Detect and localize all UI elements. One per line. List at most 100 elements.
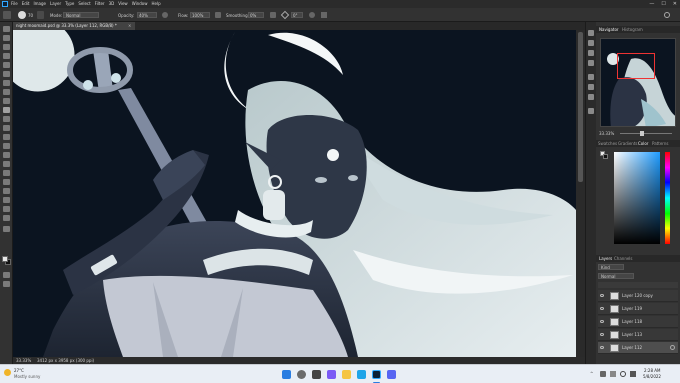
crop-tool-icon[interactable] — [3, 71, 10, 77]
document-canvas[interactable] — [13, 30, 576, 357]
character-icon[interactable] — [588, 84, 594, 90]
history-icon[interactable] — [588, 30, 594, 36]
path-select-tool-icon[interactable] — [3, 188, 10, 194]
eyedropper-tool-icon[interactable] — [3, 89, 10, 95]
menu-image[interactable]: Image — [33, 1, 46, 6]
tab-swatches[interactable]: Swatches — [598, 141, 617, 146]
color-panel-background-swatch[interactable] — [603, 154, 608, 159]
screen-mode-icon[interactable] — [3, 281, 10, 287]
menu-select[interactable]: Select — [78, 1, 90, 6]
brush-tool-preset-icon[interactable] — [3, 11, 11, 19]
eraser-tool-icon[interactable] — [3, 134, 10, 140]
brush-settings-panel-icon[interactable] — [588, 60, 594, 66]
foreground-color-swatch[interactable] — [2, 256, 8, 262]
paragraph-icon[interactable] — [588, 94, 594, 100]
tray-app-icon[interactable] — [600, 371, 606, 377]
menu-type[interactable]: Type — [65, 1, 74, 6]
volume-icon[interactable] — [630, 371, 636, 377]
vertical-scrollbar[interactable] — [576, 30, 585, 357]
clock-time[interactable]: 2:28 AM — [644, 368, 660, 373]
zoom-tool-icon[interactable] — [3, 215, 10, 221]
lasso-tool-icon[interactable] — [3, 53, 10, 59]
clone-stamp-tool-icon[interactable] — [3, 116, 10, 122]
brush-tool-icon[interactable] — [3, 107, 10, 113]
tab-layers[interactable]: Layers — [599, 256, 612, 261]
quick-select-tool-icon[interactable] — [3, 62, 10, 68]
close-button[interactable]: ✕ — [673, 1, 677, 7]
navigator-zoom-value[interactable]: 33.33% — [599, 131, 614, 136]
mode-select[interactable]: Normal — [63, 12, 99, 18]
healing-brush-tool-icon[interactable] — [3, 98, 10, 104]
libraries-icon[interactable] — [588, 108, 594, 114]
pen-tool-icon[interactable] — [3, 170, 10, 176]
menu-layer[interactable]: Layer — [50, 1, 61, 6]
menu-edit[interactable]: Edit — [22, 1, 30, 6]
search-icon[interactable] — [664, 12, 670, 18]
start-button-icon[interactable] — [282, 370, 291, 379]
angle-field[interactable]: 0° — [291, 12, 303, 18]
history-brush-tool-icon[interactable] — [3, 125, 10, 131]
blend-mode-select[interactable]: Normal — [598, 273, 634, 279]
eye-icon[interactable] — [600, 346, 604, 349]
chat-icon[interactable] — [327, 370, 336, 379]
tab-histogram[interactable]: Histogram — [622, 27, 643, 32]
tray-chevron-icon[interactable]: ^ — [590, 371, 593, 376]
menu-window[interactable]: Window — [132, 1, 148, 6]
eye-icon[interactable] — [600, 307, 604, 310]
move-tool-icon[interactable] — [3, 26, 10, 32]
maximize-button[interactable]: ☐ — [661, 1, 665, 7]
weather-icon[interactable] — [4, 369, 11, 376]
task-view-icon[interactable] — [312, 370, 321, 379]
layer-row[interactable]: Layer 113 — [598, 329, 678, 341]
eye-icon[interactable] — [600, 294, 604, 297]
menu-help[interactable]: Help — [151, 1, 160, 6]
document-tab[interactable]: night moomaid.psd @ 33.3% (Layer 112, RG… — [13, 22, 135, 30]
layer-filter-select[interactable]: Kind — [598, 264, 624, 270]
discord-icon[interactable] — [387, 370, 396, 379]
blur-tool-icon[interactable] — [3, 152, 10, 158]
adjustments-icon[interactable] — [588, 74, 594, 80]
tab-navigator[interactable]: Navigator — [599, 27, 619, 32]
pressure-opacity-icon[interactable] — [162, 12, 168, 18]
flow-field[interactable]: 100% — [190, 12, 210, 18]
menu-3d[interactable]: 3D — [109, 1, 115, 6]
menu-view[interactable]: View — [118, 1, 128, 6]
weather-temp[interactable]: 27°C — [14, 368, 24, 373]
wifi-icon[interactable] — [620, 371, 626, 377]
tab-channels[interactable]: Channels — [614, 256, 633, 261]
zoom-level[interactable]: 33.33% — [16, 358, 31, 363]
edge-icon[interactable] — [357, 370, 366, 379]
brush-settings-icon[interactable] — [37, 11, 44, 19]
menu-filter[interactable]: Filter — [95, 1, 105, 6]
photoshop-logo-icon[interactable] — [2, 1, 8, 7]
navigator-zoom-handle[interactable] — [640, 131, 644, 136]
tab-patterns[interactable]: Patterns — [652, 141, 668, 146]
tab-color[interactable]: Color — [638, 141, 648, 146]
navigator-view-box[interactable] — [617, 53, 655, 79]
properties-icon[interactable] — [588, 40, 594, 46]
language-icon[interactable] — [610, 371, 616, 377]
gradient-tool-icon[interactable] — [3, 143, 10, 149]
shape-tool-icon[interactable] — [3, 197, 10, 203]
marquee-tool-icon[interactable] — [3, 44, 10, 50]
hue-slider[interactable] — [665, 152, 670, 244]
dodge-tool-icon[interactable] — [3, 161, 10, 167]
type-tool-icon[interactable] — [3, 179, 10, 185]
navigator-zoom-slider[interactable] — [620, 133, 672, 134]
brush-size-picker[interactable] — [18, 11, 26, 19]
frame-tool-icon[interactable] — [3, 80, 10, 86]
pressure-size-icon[interactable] — [309, 12, 315, 18]
symmetry-icon[interactable] — [321, 12, 327, 18]
weather-desc[interactable]: Mostly sunny — [14, 374, 40, 379]
layer-row-selected[interactable]: Layer 112 — [598, 342, 678, 354]
navigator-preview[interactable] — [600, 38, 676, 127]
airbrush-icon[interactable] — [215, 12, 221, 18]
minimize-button[interactable]: — — [649, 1, 654, 7]
close-tab-icon[interactable]: × — [128, 23, 131, 28]
smoothing-field[interactable]: 0% — [248, 12, 264, 18]
layer-row[interactable]: Layer 119 — [598, 303, 678, 315]
color-saturation-field[interactable] — [614, 152, 660, 244]
hand-tool-icon[interactable] — [3, 206, 10, 212]
scrollbar-thumb[interactable] — [578, 32, 583, 182]
layer-row[interactable]: Layer 118 — [598, 316, 678, 328]
